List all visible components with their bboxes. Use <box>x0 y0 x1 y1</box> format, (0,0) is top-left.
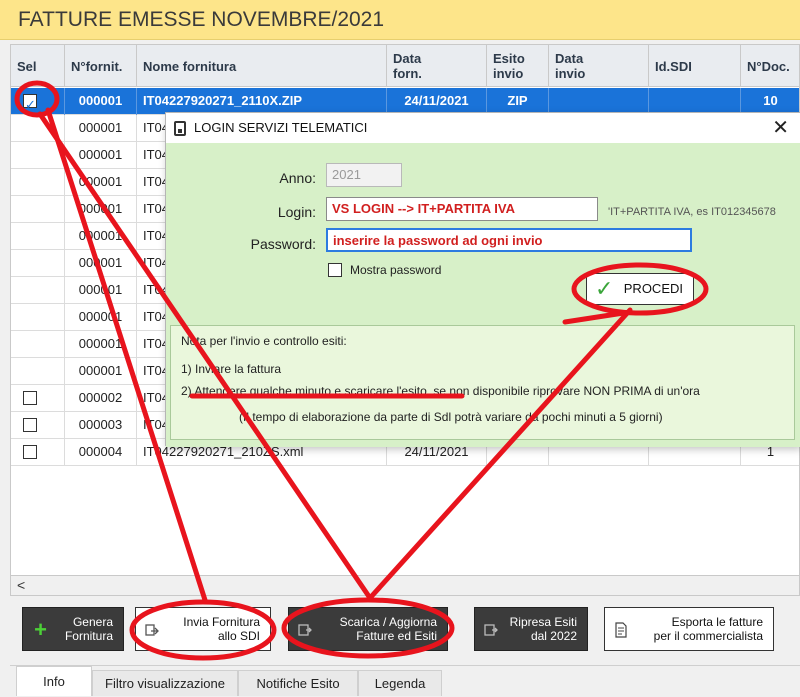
cell-nfornit: 000001 <box>65 358 137 385</box>
note-panel: Nota per l'invio e controllo esiti: 1) I… <box>170 325 795 440</box>
procedi-label: PROCEDI <box>623 281 683 296</box>
note-line-3: (Il tempo di elaborazione da parte di Sd… <box>239 410 663 424</box>
dialog-title: LOGIN SERVIZI TELEMATICI <box>194 120 368 135</box>
password-label: Password: <box>250 236 316 252</box>
col-header-idsdi[interactable]: Id.SDI <box>649 45 741 87</box>
cell-data-invio <box>549 88 649 115</box>
col-header-esito-label: Esito invio <box>493 51 525 81</box>
cell-data-forn: 24/11/2021 <box>387 88 487 115</box>
cell-idsdi <box>649 88 741 115</box>
window-title: FATTURE EMESSE NOVEMBRE/2021 <box>18 8 385 31</box>
row-select-checkbox[interactable] <box>23 445 37 459</box>
window-title-bar: FATTURE EMESSE NOVEMBRE/2021 <box>0 0 800 40</box>
cell-nfornit: 000001 <box>65 304 137 331</box>
login-label: Login: <box>277 204 316 220</box>
cell-sel <box>11 142 65 169</box>
cell-sel <box>11 115 65 142</box>
col-header-ndoc[interactable]: N°Doc. <box>741 45 799 87</box>
cell-nfornit: 000001 <box>65 115 137 142</box>
cell-sel <box>11 223 65 250</box>
phone-icon <box>174 121 186 136</box>
cell-sel <box>11 412 65 439</box>
anno-label: Anno: <box>279 170 316 186</box>
genera-fornitura-button[interactable]: + Genera Fornitura <box>22 607 124 651</box>
cell-sel <box>11 250 65 277</box>
mostra-password-label: Mostra password <box>350 263 442 277</box>
cell-sel <box>11 331 65 358</box>
cell-esito: ZIP <box>487 88 549 115</box>
cell-sel <box>11 439 65 466</box>
login-dialog: LOGIN SERVIZI TELEMATICI ✕ Anno: 2021 Lo… <box>165 112 800 447</box>
invia-fornitura-label: Invia Fornitura allo SDI <box>183 615 260 643</box>
procedi-button[interactable]: ✓ PROCEDI <box>586 273 694 305</box>
send-icon <box>145 624 159 636</box>
genera-fornitura-label: Genera Fornitura <box>64 615 113 643</box>
plus-icon: + <box>34 617 47 642</box>
cell-ndoc: 10 <box>741 88 799 115</box>
close-icon[interactable]: ✕ <box>772 115 789 140</box>
note-title: Nota per l'invio e controllo esiti: <box>181 334 347 348</box>
row-select-checkbox[interactable] <box>23 418 37 432</box>
row-select-checkbox[interactable] <box>23 92 37 115</box>
mostra-password-checkbox[interactable] <box>328 263 342 277</box>
cell-nfornit: 000003 <box>65 412 137 439</box>
login-field[interactable]: VS LOGIN --> IT+PARTITA IVA <box>326 197 598 221</box>
cell-nome: IT04227920271_2110X.ZIP <box>137 88 387 115</box>
scarica-aggiorna-label: Scarica / Aggiorna Fatture ed Esiti <box>339 615 437 643</box>
password-field[interactable]: inserire la password ad ogni invio <box>326 228 692 252</box>
cell-nfornit: 000001 <box>65 277 137 304</box>
anno-field: 2021 <box>326 163 402 187</box>
esporta-fatture-button[interactable]: Esporta le fatture per il commercialista <box>604 607 774 651</box>
tab-filtro-visualizzazione[interactable]: Filtro visualizzazione <box>92 670 238 696</box>
scarica-aggiorna-button[interactable]: Scarica / Aggiorna Fatture ed Esiti <box>288 607 448 651</box>
scroll-left-arrow-icon[interactable]: < <box>17 577 25 593</box>
cell-nfornit: 000001 <box>65 169 137 196</box>
cell-nfornit: 000001 <box>65 142 137 169</box>
cell-sel <box>11 358 65 385</box>
cell-sel <box>11 88 65 115</box>
cell-sel <box>11 277 65 304</box>
dialog-body: Anno: 2021 Login: VS LOGIN --> IT+PARTIT… <box>166 143 800 447</box>
col-header-data-invio-label: Data invio <box>555 51 586 81</box>
col-header-data-forn-label: Data forn. <box>393 51 422 81</box>
resume-icon <box>484 624 498 636</box>
tab-legenda[interactable]: Legenda <box>358 670 442 696</box>
cell-nfornit: 000002 <box>65 385 137 412</box>
col-header-nome[interactable]: Nome fornitura <box>137 45 387 87</box>
cell-nfornit: 000001 <box>65 196 137 223</box>
cell-sel <box>11 169 65 196</box>
tab-notifiche-esito[interactable]: Notifiche Esito <box>238 670 358 696</box>
cell-sel <box>11 196 65 223</box>
cell-sel <box>11 304 65 331</box>
col-header-data-invio[interactable]: Data invio <box>549 45 649 87</box>
ripresa-esiti-label: Ripresa Esiti dal 2022 <box>509 615 577 643</box>
bottom-tabs: Info Filtro visualizzazione Notifiche Es… <box>10 665 800 696</box>
note-line-1: 1) Inviare la fattura <box>181 362 282 376</box>
cell-sel <box>11 385 65 412</box>
download-icon <box>298 624 312 636</box>
row-select-checkbox[interactable] <box>23 391 37 405</box>
cell-nfornit: 000001 <box>65 331 137 358</box>
ripresa-esiti-button[interactable]: Ripresa Esiti dal 2022 <box>474 607 588 651</box>
login-hint: 'IT+PARTITA IVA, es IT012345678 <box>608 206 776 218</box>
note-line-2: 2) Attendere qualche minuto e scaricare … <box>181 384 700 398</box>
checkmark-icon: ✓ <box>595 276 614 301</box>
col-header-esito[interactable]: Esito invio <box>487 45 549 87</box>
document-icon <box>615 622 627 638</box>
cell-nfornit: 000001 <box>65 223 137 250</box>
col-header-data-forn[interactable]: Data forn. <box>387 45 487 87</box>
col-header-nfornit[interactable]: N°fornit. <box>65 45 137 87</box>
invia-fornitura-button[interactable]: Invia Fornitura allo SDI <box>135 607 271 651</box>
col-header-sel[interactable]: Sel <box>11 45 65 87</box>
table-row[interactable]: 000001IT04227920271_2110X.ZIP24/11/2021Z… <box>11 88 799 115</box>
tab-info[interactable]: Info <box>16 666 92 696</box>
horizontal-scrollbar[interactable]: < <box>10 576 800 596</box>
cell-nfornit: 000001 <box>65 88 137 115</box>
esporta-fatture-label: Esporta le fatture per il commercialista <box>653 615 763 643</box>
dialog-title-bar: LOGIN SERVIZI TELEMATICI ✕ <box>166 113 800 143</box>
cell-nfornit: 000001 <box>65 250 137 277</box>
cell-nfornit: 000004 <box>65 439 137 466</box>
